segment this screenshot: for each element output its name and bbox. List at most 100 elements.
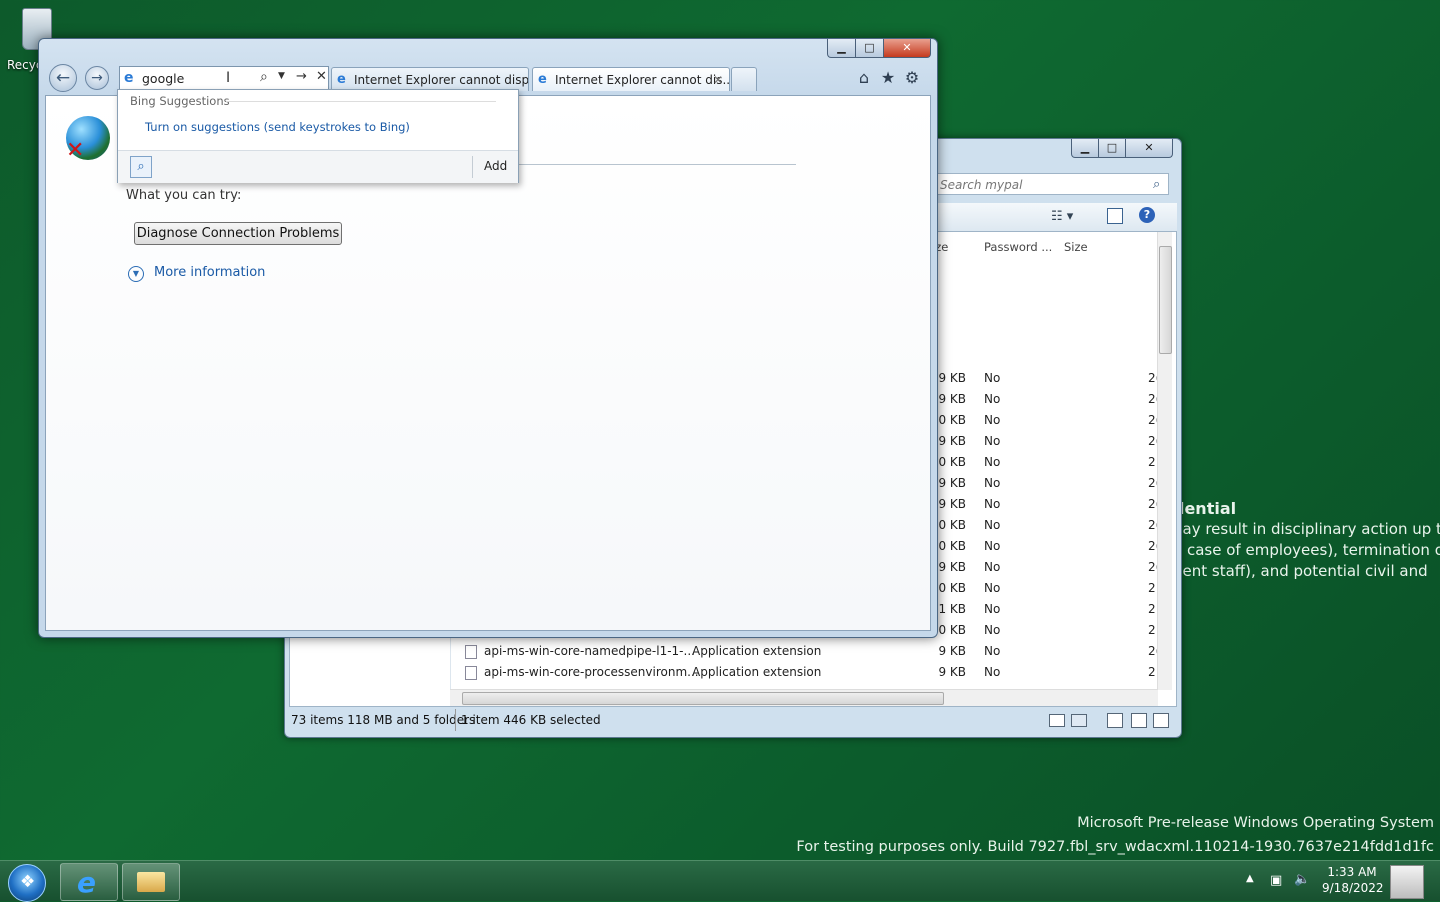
- divider: [226, 101, 496, 102]
- file-password-protected: No: [984, 497, 1001, 511]
- file-password-protected: No: [984, 455, 1001, 469]
- minimize-button[interactable]: ▁: [827, 39, 856, 58]
- text-cursor-icon: I: [226, 70, 231, 86]
- file-name[interactable]: api-ms-win-core-processenvironm...: [484, 662, 699, 683]
- folder-icon: [137, 872, 165, 892]
- home-icon[interactable]: ⌂: [855, 69, 873, 87]
- search-icon[interactable]: ⌕: [1153, 177, 1160, 192]
- favorites-star-icon[interactable]: ★: [879, 69, 897, 87]
- divider: [472, 156, 473, 178]
- search-provider-icon[interactable]: ⌕: [130, 156, 152, 178]
- tab-2-active[interactable]: e Internet Explorer cannot dis... ✕: [532, 67, 730, 91]
- ie-tab-icon: e: [337, 72, 346, 87]
- file-password-protected: No: [984, 623, 1001, 637]
- file-name[interactable]: api-ms-win-core-namedpipe-l1-1-...: [484, 641, 695, 662]
- clock-date: 9/18/2022: [1322, 881, 1384, 895]
- tab-label: Internet Explorer cannot displa...: [354, 73, 529, 87]
- file-type: Application extension: [692, 665, 822, 679]
- background-policy-text: dential nay result in disciplinary actio…: [1173, 498, 1440, 582]
- policy-line: gent staff), and potential civil and: [1173, 562, 1428, 580]
- status-selected: 1 item 446 KB selected: [455, 709, 601, 731]
- error-x-icon: ✕: [66, 138, 85, 163]
- internet-explorer-window[interactable]: ▁ □ ✕ ← → e google I ⌕ ▼ → ✕ e Internet …: [38, 38, 938, 638]
- file-password-protected: No: [984, 581, 1001, 595]
- ie-tab-icon: e: [538, 72, 547, 87]
- policy-line: nay result in disciplinary action up to: [1173, 520, 1440, 538]
- maximize-button[interactable]: □: [1098, 139, 1126, 158]
- new-tab-button[interactable]: [731, 67, 757, 91]
- address-bar[interactable]: e google I ⌕ ▼ → ✕: [119, 66, 329, 90]
- search-input[interactable]: Search mypal: [935, 173, 1169, 195]
- start-button[interactable]: ❖: [8, 864, 46, 902]
- address-input[interactable]: google: [142, 71, 184, 86]
- stop-icon[interactable]: ✕: [316, 69, 327, 84]
- file-password-protected: No: [984, 476, 1001, 490]
- close-tab-icon[interactable]: ✕: [713, 68, 723, 91]
- address-suggestions-dropdown: Bing Suggestions Turn on suggestions (se…: [117, 89, 519, 183]
- forward-button[interactable]: →: [85, 66, 109, 90]
- horizontal-scrollbar[interactable]: [450, 689, 1158, 706]
- go-arrow-icon[interactable]: →: [296, 69, 307, 84]
- file-size: 9 KB: [938, 644, 966, 658]
- volume-muted-icon[interactable]: 🔈: [1294, 872, 1310, 887]
- file-password-protected: No: [984, 602, 1001, 616]
- status-bar: 73 items 118 MB and 5 folders 1 item 446…: [289, 709, 1177, 731]
- scroll-thumb[interactable]: [1159, 246, 1172, 354]
- scroll-thumb[interactable]: [462, 692, 944, 705]
- dll-file-icon: [465, 645, 477, 659]
- clock[interactable]: 1:33 AM 9/18/2022: [1322, 865, 1384, 895]
- file-password-protected: No: [984, 539, 1001, 553]
- details-view-icon[interactable]: [1049, 714, 1065, 727]
- what-you-can-try: What you can try:: [126, 188, 242, 203]
- diagnose-button[interactable]: Diagnose Connection Problems: [134, 222, 342, 245]
- minimize-button[interactable]: ▁: [1071, 139, 1099, 158]
- close-button[interactable]: ✕: [883, 39, 931, 58]
- policy-heading: dential: [1173, 499, 1237, 518]
- os-watermark-line1: Microsoft Pre-release Windows Operating …: [1077, 815, 1434, 831]
- file-size: 9 KB: [938, 665, 966, 679]
- file-password-protected: No: [984, 371, 1001, 385]
- help-icon[interactable]: ?: [1139, 207, 1155, 223]
- ie-icon: e: [77, 866, 96, 899]
- expand-chevron-icon[interactable]: ▼: [128, 266, 144, 282]
- preview-pane-icon[interactable]: [1107, 208, 1123, 224]
- os-watermark-line2: For testing purposes only. Build 7927.fb…: [796, 839, 1434, 855]
- file-password-protected: No: [984, 518, 1001, 532]
- file-password-protected: No: [984, 560, 1001, 574]
- vertical-scrollbar[interactable]: [1157, 232, 1172, 690]
- tiles-view-icon[interactable]: [1071, 714, 1087, 727]
- turn-on-suggestions-link[interactable]: Turn on suggestions (send keystrokes to …: [145, 120, 410, 134]
- details-pane-icon[interactable]: [1153, 713, 1169, 728]
- close-button[interactable]: ✕: [1125, 139, 1173, 158]
- column-password[interactable]: Password ...: [984, 240, 1052, 254]
- file-type: Application extension: [692, 644, 822, 658]
- file-password-protected: No: [984, 392, 1001, 406]
- preview-icon[interactable]: [1131, 713, 1147, 728]
- show-desktop-thumbnail[interactable]: [1390, 865, 1424, 899]
- file-password-protected: No: [984, 665, 1001, 679]
- policy-line: e case of employees), termination of: [1173, 541, 1440, 559]
- gear-icon[interactable]: ⚙: [903, 69, 921, 87]
- taskbar: ❖ e ▲ ▣ 🔈 1:33 AM 9/18/2022: [0, 860, 1440, 902]
- add-provider-button[interactable]: Add: [484, 159, 507, 173]
- dll-file-icon: [465, 666, 477, 680]
- clock-time: 1:33 AM: [1327, 865, 1377, 879]
- column-size[interactable]: Size: [1064, 240, 1088, 254]
- file-password-protected: No: [984, 644, 1001, 658]
- taskbar-ie-button[interactable]: e: [60, 863, 118, 901]
- suggestions-footer: ⌕ Add: [118, 150, 518, 183]
- search-icon[interactable]: ⌕: [260, 69, 268, 85]
- dropdown-arrow-icon[interactable]: ▼: [278, 71, 285, 81]
- tab-1[interactable]: e Internet Explorer cannot displa...: [331, 67, 529, 91]
- views-icon[interactable]: ☷ ▾: [1051, 209, 1073, 224]
- maximize-button[interactable]: □: [855, 39, 884, 58]
- tab-label: Internet Explorer cannot dis...: [555, 73, 730, 87]
- layout-icon[interactable]: [1107, 713, 1123, 728]
- network-icon[interactable]: ▣: [1270, 873, 1282, 888]
- more-information-link[interactable]: More information: [154, 265, 265, 280]
- file-password-protected: No: [984, 434, 1001, 448]
- file-password-protected: No: [984, 413, 1001, 427]
- back-button[interactable]: ←: [49, 64, 77, 92]
- taskbar-explorer-button[interactable]: [122, 863, 180, 901]
- show-hidden-icons[interactable]: ▲: [1246, 873, 1254, 884]
